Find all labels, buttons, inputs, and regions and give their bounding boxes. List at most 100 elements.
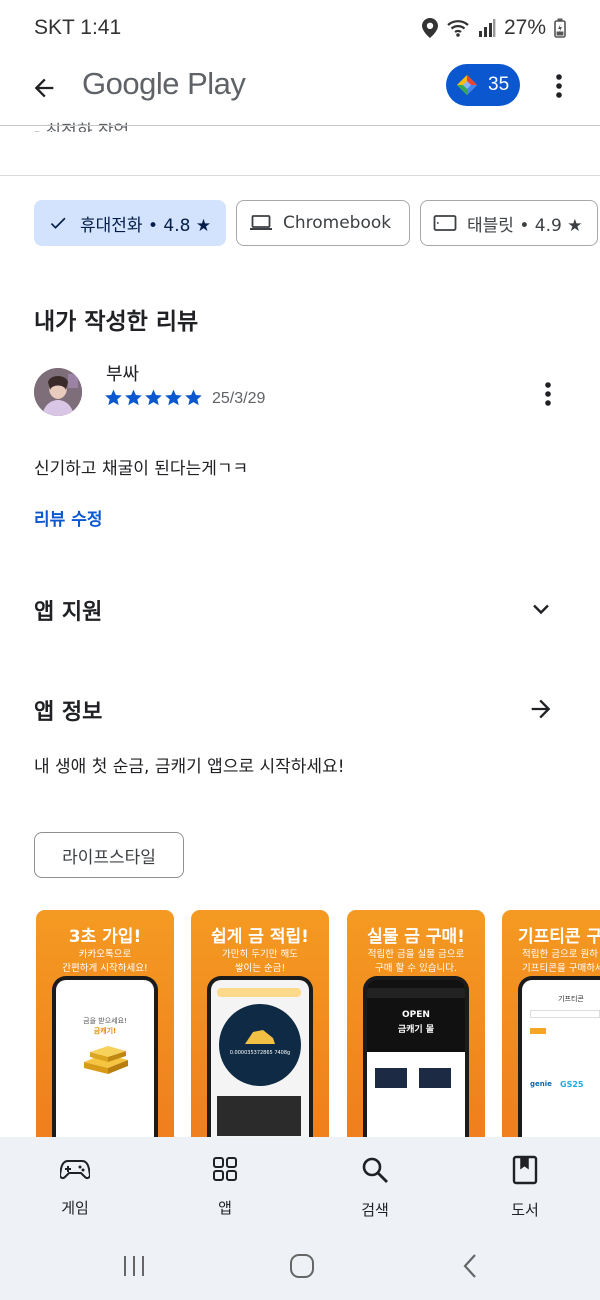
chip-tablet-label: 태블릿 • 4.9 ★ bbox=[467, 215, 583, 236]
screen-tab bbox=[530, 1028, 546, 1034]
screen-text: 금캐기 몰 bbox=[397, 1025, 435, 1035]
phone-mockup: 0.000035372865 7408g bbox=[207, 976, 313, 1137]
search-icon bbox=[362, 1157, 388, 1183]
bottom-navigation: 게임 앱 검색 도서 bbox=[0, 1137, 600, 1237]
screenshot-subtitle: 카카오톡으로 간편하게 시작하세요! bbox=[36, 948, 174, 976]
screenshot-subtitle: 적립한 금을 실물 금으로 구매 할 수 있습니다. bbox=[347, 948, 485, 976]
system-back-button[interactable] bbox=[450, 1251, 490, 1281]
star-icon bbox=[105, 389, 122, 406]
chevron-left-icon bbox=[463, 1254, 476, 1278]
chip-phone[interactable]: 휴대전화 • 4.8 ★ bbox=[34, 200, 226, 246]
screen-bar bbox=[217, 988, 301, 997]
arrow-back-icon bbox=[34, 78, 54, 98]
screen-text: 금을 받으세요! bbox=[83, 1017, 127, 1025]
tablet-icon bbox=[433, 215, 457, 231]
nav-games[interactable]: 게임 bbox=[0, 1137, 150, 1237]
nav-search[interactable]: 검색 bbox=[300, 1137, 450, 1237]
overflow-menu-button[interactable] bbox=[544, 66, 574, 106]
phone-mockup: 금을 받으세요! 금캐기! bbox=[52, 976, 158, 1137]
screenshot-2[interactable]: 쉽게 금 적립! 가만히 두기만 해도 쌓이는 순금! 0.0000353728… bbox=[191, 910, 329, 1137]
star-rating bbox=[104, 388, 203, 407]
reviewer-name: 부싸 bbox=[106, 364, 140, 385]
screenshot-subtitle-line: 가만히 두기만 해도 bbox=[222, 949, 298, 960]
edit-review-link[interactable]: 리뷰 수정 bbox=[34, 505, 102, 530]
app-bar: Google Play 35 bbox=[0, 56, 600, 126]
gamepad-icon bbox=[60, 1160, 90, 1180]
star-icon bbox=[145, 389, 162, 406]
product-image bbox=[419, 1068, 451, 1088]
gold-pile-icon bbox=[245, 1030, 275, 1044]
screenshot-3[interactable]: 실물 금 구매! 적립한 금을 실물 금으로 구매 할 수 있습니다. OPEN… bbox=[347, 910, 485, 1137]
brand-text: genie bbox=[530, 1080, 552, 1088]
status-bar: SKT 1:41 27% bbox=[0, 0, 600, 56]
check-icon bbox=[50, 217, 66, 229]
phone-screen: 0.000035372865 7408g bbox=[211, 980, 309, 1137]
phone-mockup: 기프티콘 genie GS25 bbox=[518, 976, 600, 1137]
screen-text: OPEN bbox=[402, 1010, 430, 1020]
nav-apps-label: 앱 bbox=[218, 1199, 232, 1217]
nav-games-label: 게임 bbox=[61, 1199, 89, 1217]
review-text: 신기하고 채굴이 된다는게ㄱㅋ bbox=[34, 459, 249, 479]
screenshot-1[interactable]: 3초 가입! 카카오톡으로 간편하게 시작하세요! 금을 받으세요! 금캐기! bbox=[36, 910, 174, 1137]
screenshot-subtitle-line: 적립한 금으로 원하 bbox=[522, 949, 598, 960]
review-more-button[interactable] bbox=[534, 378, 562, 410]
back-button[interactable] bbox=[24, 68, 64, 108]
play-points-count: 35 bbox=[488, 74, 510, 95]
chevron-down-icon bbox=[533, 604, 549, 615]
product-panel bbox=[367, 1052, 465, 1137]
screenshot-title: 쉽게 금 적립! bbox=[211, 927, 309, 947]
chip-chromebook[interactable]: Chromebook bbox=[236, 200, 410, 246]
screenshot-subtitle-line: 간편하게 시작하세요! bbox=[62, 963, 148, 974]
nav-apps[interactable]: 앱 bbox=[150, 1137, 300, 1237]
screen-panel bbox=[217, 1096, 301, 1136]
screen-text: 0.000035372865 7408g bbox=[229, 1050, 291, 1056]
book-icon bbox=[512, 1155, 538, 1185]
home-icon bbox=[290, 1254, 314, 1278]
home-button[interactable] bbox=[282, 1251, 322, 1281]
screen-search bbox=[530, 1010, 600, 1018]
app-support-expand-button[interactable] bbox=[524, 592, 558, 626]
app-support-title[interactable]: 앱 지원 bbox=[34, 594, 102, 626]
recent-apps-icon bbox=[124, 1256, 144, 1276]
phone-screen: 기프티콘 genie GS25 bbox=[522, 980, 600, 1137]
screenshot-title: 실물 금 구매! bbox=[367, 927, 465, 947]
phone-screen: 금을 받으세요! 금캐기! bbox=[56, 980, 154, 1137]
screenshot-subtitle-line: 구매 할 수 있습니다. bbox=[375, 963, 457, 974]
screenshot-carousel[interactable]: 3초 가입! 카카오톡으로 간편하게 시작하세요! 금을 받으세요! 금캐기! … bbox=[36, 910, 600, 1137]
screenshot-subtitle: 가만히 두기만 해도 쌓이는 순금! bbox=[191, 948, 329, 976]
divider bbox=[0, 175, 600, 176]
star-icon bbox=[185, 389, 202, 406]
screen-text: 기프티콘 bbox=[558, 995, 584, 1003]
phone-mockup: OPEN 금캐기 몰 bbox=[363, 976, 469, 1137]
status-icons: 27% bbox=[421, 16, 566, 40]
chip-tablet[interactable]: 태블릿 • 4.9 ★ bbox=[420, 200, 598, 246]
review-date: 25/3/29 bbox=[212, 390, 266, 407]
laptop-icon bbox=[250, 215, 272, 230]
chip-phone-label: 휴대전화 • 4.8 ★ bbox=[80, 215, 212, 236]
screenshot-4[interactable]: 기프티콘 구 적립한 금으로 원하 기프티콘을 구매하세 기프티콘 genie … bbox=[502, 910, 600, 1137]
more-vert-icon bbox=[545, 382, 551, 406]
app-description: 내 생애 첫 순금, 금캐기 앱으로 시작하세요! bbox=[34, 757, 345, 777]
wifi-icon bbox=[446, 18, 470, 38]
my-review-title: 내가 작성한 리뷰 bbox=[34, 309, 199, 335]
app-info-title[interactable]: 앱 정보 bbox=[34, 694, 102, 726]
screenshot-subtitle-line: 쌓이는 순금! bbox=[234, 963, 286, 974]
category-tag-button[interactable]: 라이프스타일 bbox=[34, 832, 184, 878]
carrier-time: SKT 1:41 bbox=[34, 16, 122, 39]
battery-icon bbox=[554, 18, 566, 38]
play-points-button[interactable]: 35 bbox=[446, 64, 520, 106]
screen-bar bbox=[367, 988, 465, 998]
nav-search-label: 검색 bbox=[361, 1201, 389, 1219]
divider bbox=[0, 125, 600, 126]
nav-books[interactable]: 도서 bbox=[450, 1137, 600, 1237]
recent-apps-button[interactable] bbox=[114, 1251, 154, 1281]
screenshot-subtitle: 적립한 금으로 원하 기프티콘을 구매하세 bbox=[502, 948, 600, 976]
location-icon bbox=[421, 18, 438, 38]
phone-screen: OPEN 금캐기 몰 bbox=[367, 980, 465, 1137]
apps-grid-icon bbox=[213, 1157, 237, 1181]
category-tag-label: 라이프스타일 bbox=[62, 847, 156, 868]
screenshot-subtitle-line: 적립한 금을 실물 금으로 bbox=[367, 949, 465, 960]
more-vert-icon bbox=[556, 74, 562, 98]
app-info-arrow-button[interactable] bbox=[524, 692, 558, 726]
avatar bbox=[34, 368, 82, 416]
